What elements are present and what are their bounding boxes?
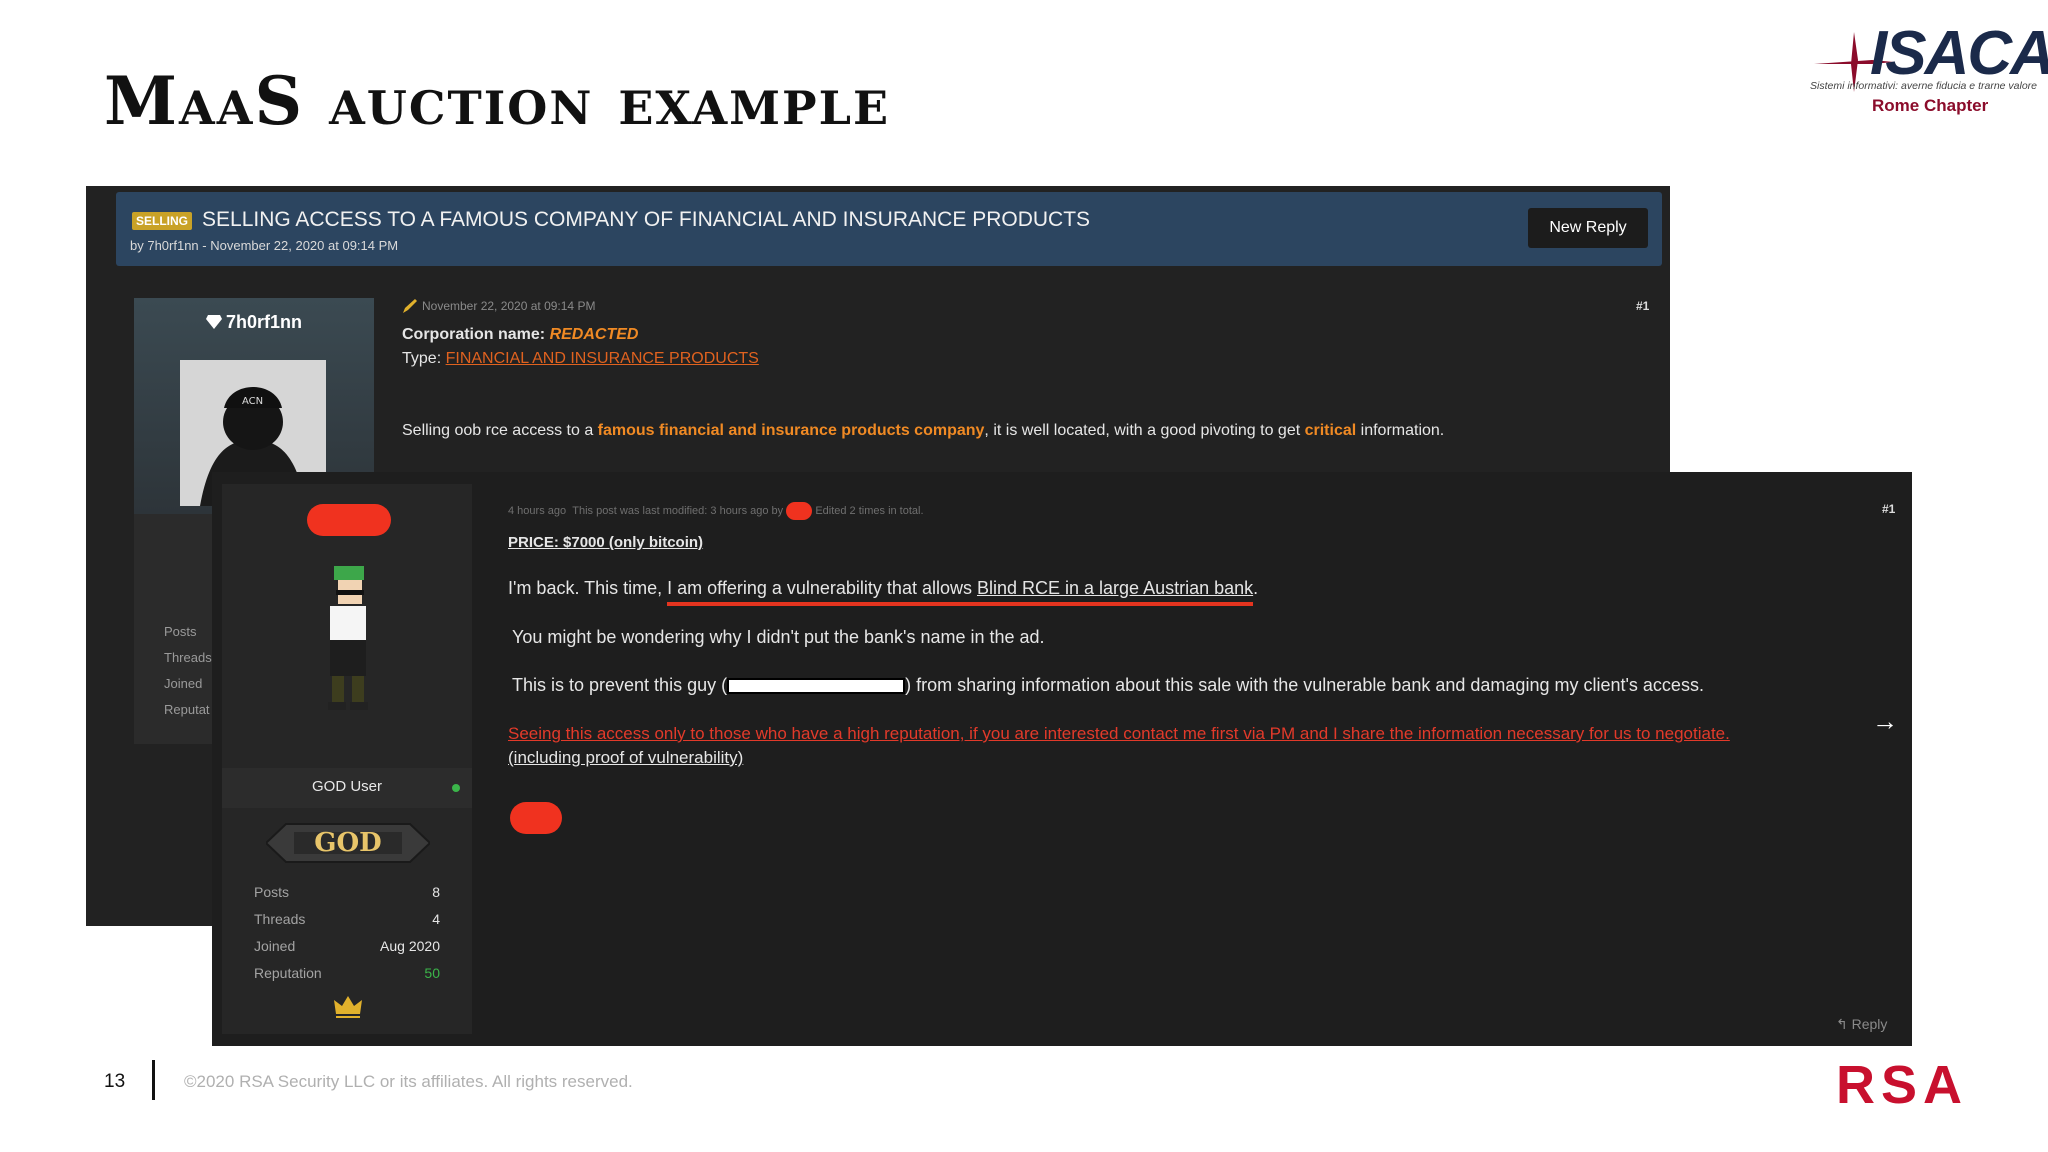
corp-label: Corporation name: [402,326,546,343]
post-body: Selling oob rce access to a famous finan… [402,422,1444,440]
slide-title: MaaS auction example [104,62,891,140]
thread-title[interactable]: SELLING ACCESS TO A FAMOUS COMPANY OF FI… [202,208,1090,232]
online-status-icon [452,784,460,792]
redacted-username [307,504,391,536]
offer-text-b: I am offering a vulnerability that allow… [667,578,977,598]
post-date: November 22, 2020 at 09:14 PM [422,299,596,313]
offer-line: I'm back. This time, I am offering a vul… [508,578,1259,606]
rank-name: GOD User [312,778,383,795]
crown-icon [334,996,362,1018]
cartoon-character-avatar [328,566,368,710]
bank-name-line: You might be wondering why I didn't put … [512,627,1045,647]
offer-text-c: Blind RCE in a large Austrian bank [976,578,1254,598]
redacted-signature [510,802,562,834]
proof-line: (including proof of vulnerability) [508,748,744,767]
body-text-3: information. [1356,422,1445,439]
page-number: 13 [104,1071,126,1092]
corp-value: REDACTED [549,326,639,343]
prevent-line: This is to prevent this guy ( ) from shar… [512,675,1704,696]
rsa-logo: RSA [1836,1055,1969,1115]
stat-reputation-label-2: Reputation [254,965,322,981]
post-number-2[interactable]: #1 [1882,502,1895,516]
isaca-chapter: Rome Chapter [1872,96,1989,115]
prevent-text-b: ) from sharing information about this sa… [905,675,1704,695]
diamond-icon [206,315,222,329]
stat-joined-label: Joined [164,676,203,691]
isaca-tagline: Sistemi informativi: averne fiducia e tr… [1810,80,2038,92]
stat-posts-label: Posts [164,624,197,639]
redacted-name-box [727,678,906,695]
rank-bar: GOD User [222,768,472,808]
post-modified: This post was last modified: 3 hours ago… [572,504,784,517]
type-line: Type: FINANCIAL AND INSURANCE PRODUCTS [402,350,759,368]
body-text-1: Selling oob rce access to a [402,422,598,439]
stat-reputation-value-2: 50 [424,965,440,981]
isaca-logo: ISACA Sistemi informativi: averne fiduci… [1800,18,2048,128]
rank-banner-text: GOD [314,828,382,858]
reputation-link[interactable]: Seeing this access only to those who hav… [508,724,1730,744]
forum-screenshot-2: GOD User GOD Posts 8 Threads 4 Joined Au… [212,472,1912,1046]
stat-posts-label-2: Posts [254,884,290,900]
offer-text-a: I'm back. This time, [508,578,668,598]
post-meta: 4 hours ago This post was last modified:… [508,502,924,520]
redacted-modifier [786,502,813,520]
offer-highlight: I am offering a vulnerability that allow… [667,578,1254,606]
stat-joined-value-2: Aug 2020 [380,938,440,954]
stat-threads-value-2: 4 [432,911,440,927]
post-number[interactable]: #1 [1636,299,1649,313]
body-text-2: , it is well located, with a good pivoti… [984,422,1305,439]
offer-text-d: . [1253,578,1259,598]
stat-reputation-label: Reputat [164,702,210,717]
type-value-link[interactable]: FINANCIAL AND INSURANCE PRODUCTS [446,350,759,367]
isaca-wordmark: ISACA [1870,19,2048,88]
stat-threads-label-2: Threads [254,911,306,927]
post-edited: Edited 2 times in total. [815,504,924,517]
stat-threads-label: Threads [164,650,212,665]
user-profile-card-2: GOD User GOD Posts 8 Threads 4 Joined Au… [222,484,472,1034]
stat-joined-label-2: Joined [254,938,296,954]
footer-divider [152,1060,155,1100]
copyright-text: ©2020 RSA Security LLC or its affiliates… [184,1072,633,1091]
new-reply-button[interactable]: New Reply [1528,208,1648,248]
next-arrow-icon[interactable]: → [1872,706,1898,737]
post-time: 4 hours ago [508,504,567,517]
type-label: Type: [402,350,442,367]
svg-text:ACN: ACN [242,396,263,407]
reply-button[interactable]: ↰ Reply [1836,1016,1887,1033]
prevent-text-a: This is to prevent this guy ( [512,675,728,695]
stat-posts-value-2: 8 [432,884,440,900]
thread-header: SELLING SELLING ACCESS TO A FAMOUS COMPA… [116,192,1662,266]
thread-meta: by 7h0rf1nn - November 22, 2020 at 09:14… [130,238,399,253]
selling-badge: SELLING [132,212,193,230]
body-highlight-1: famous financial and insurance products … [597,422,985,439]
pencil-icon [403,299,417,313]
price-line: PRICE: $7000 (only bitcoin) [508,534,704,551]
username[interactable]: 7h0rf1nn [226,312,302,333]
body-highlight-2: critical [1304,422,1357,439]
corporation-line: Corporation name: REDACTED [402,326,638,344]
